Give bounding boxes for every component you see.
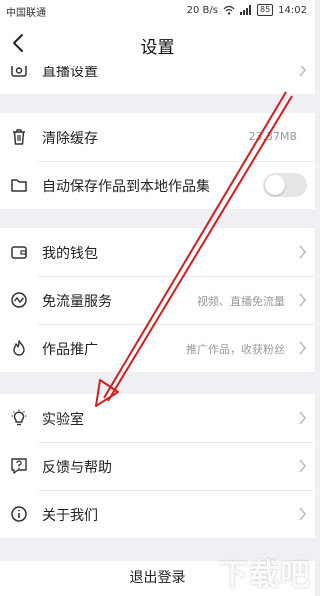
annotation-arrow bbox=[95, 91, 293, 407]
